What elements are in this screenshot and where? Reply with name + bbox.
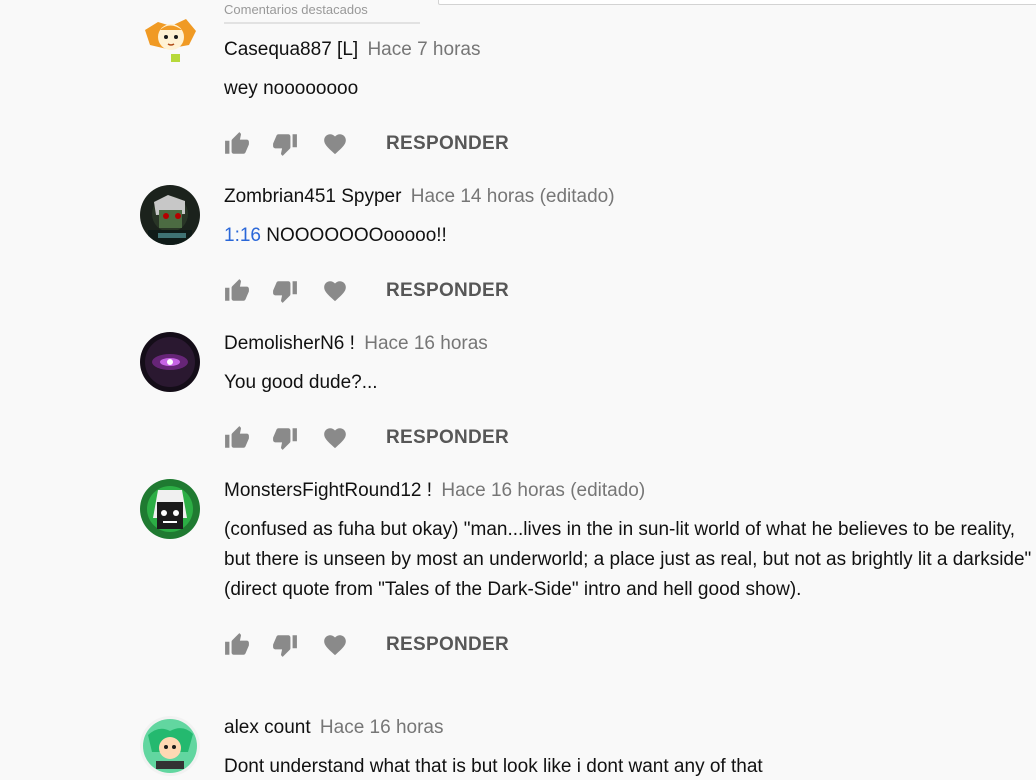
comment-text: (confused as fuha but okay) "man...lives… (224, 519, 1032, 600)
green-creature-avatar[interactable] (140, 479, 200, 539)
thumb-up-icon[interactable] (224, 632, 250, 658)
orange-character-avatar[interactable] (140, 6, 200, 66)
comment-author[interactable]: DemolisherN6 ! (224, 333, 355, 354)
comments-page: Comentarios destacados Casequa887 [L] Ha… (0, 0, 1036, 780)
thumb-down-icon[interactable] (272, 278, 298, 304)
comment-time[interactable]: Hace 16 horas (editado) (441, 480, 645, 501)
comment-author[interactable]: alex count (224, 717, 311, 738)
top-input-field[interactable] (438, 0, 1036, 5)
comment-author[interactable]: Zombrian451 Spyper (224, 186, 401, 207)
comment-body: DemolisherN6 ! Hace 16 horas You good du… (224, 332, 1036, 454)
thumb-up-icon[interactable] (224, 278, 250, 304)
thumb-down-icon[interactable] (272, 632, 298, 658)
thumb-down-icon[interactable] (272, 131, 298, 157)
reply-button[interactable]: RESPONDER (386, 129, 509, 159)
comment-body: MonstersFightRound12 ! Hace 16 horas (ed… (224, 479, 1036, 661)
comment-body: alex count Hace 16 horas Dont understand… (224, 716, 1036, 780)
heart-icon[interactable] (322, 632, 348, 658)
comment-time[interactable]: Hace 7 horas (367, 39, 480, 60)
zombie-avatar[interactable] (140, 185, 200, 245)
comment-author[interactable]: Casequa887 [L] (224, 39, 358, 60)
featured-comments-tab[interactable]: Comentarios destacados (224, 0, 420, 24)
purple-glow-avatar[interactable] (140, 332, 200, 392)
reply-button[interactable]: RESPONDER (386, 276, 509, 306)
thumb-up-icon[interactable] (224, 425, 250, 451)
comment-text: You good dude?... (224, 372, 378, 393)
green-squid-avatar[interactable] (140, 716, 200, 776)
comment-time[interactable]: Hace 16 horas (364, 333, 488, 354)
reply-button[interactable]: RESPONDER (386, 423, 509, 453)
heart-icon[interactable] (322, 131, 348, 157)
comment-actions: RESPONDER (224, 422, 1036, 454)
comment-text-body: NOOOOOOOooooo!! (266, 225, 447, 246)
thumb-up-icon[interactable] (224, 131, 250, 157)
comment-time[interactable]: Hace 14 horas (editado) (411, 186, 615, 207)
reply-button[interactable]: RESPONDER (386, 630, 509, 660)
thumb-down-icon[interactable] (272, 425, 298, 451)
comment-body: Casequa887 [L] Hace 7 horas wey nooooooo… (224, 38, 1036, 160)
comment-time[interactable]: Hace 16 horas (320, 717, 444, 738)
heart-icon[interactable] (322, 278, 348, 304)
comment-actions: RESPONDER (224, 629, 1036, 661)
comment-text: wey noooooooo (224, 78, 359, 99)
comment-body: Zombrian451 Spyper Hace 14 horas (editad… (224, 185, 1036, 307)
comment-actions: RESPONDER (224, 275, 1036, 307)
comment-text: Dont understand what that is but look li… (224, 756, 763, 777)
comment-text: 1:16 NOOOOOOOooooo!! (224, 221, 1036, 251)
comment-author[interactable]: MonstersFightRound12 ! (224, 480, 432, 501)
comment-actions: RESPONDER (224, 128, 1036, 160)
video-timestamp-link[interactable]: 1:16 (224, 225, 261, 246)
heart-icon[interactable] (322, 425, 348, 451)
